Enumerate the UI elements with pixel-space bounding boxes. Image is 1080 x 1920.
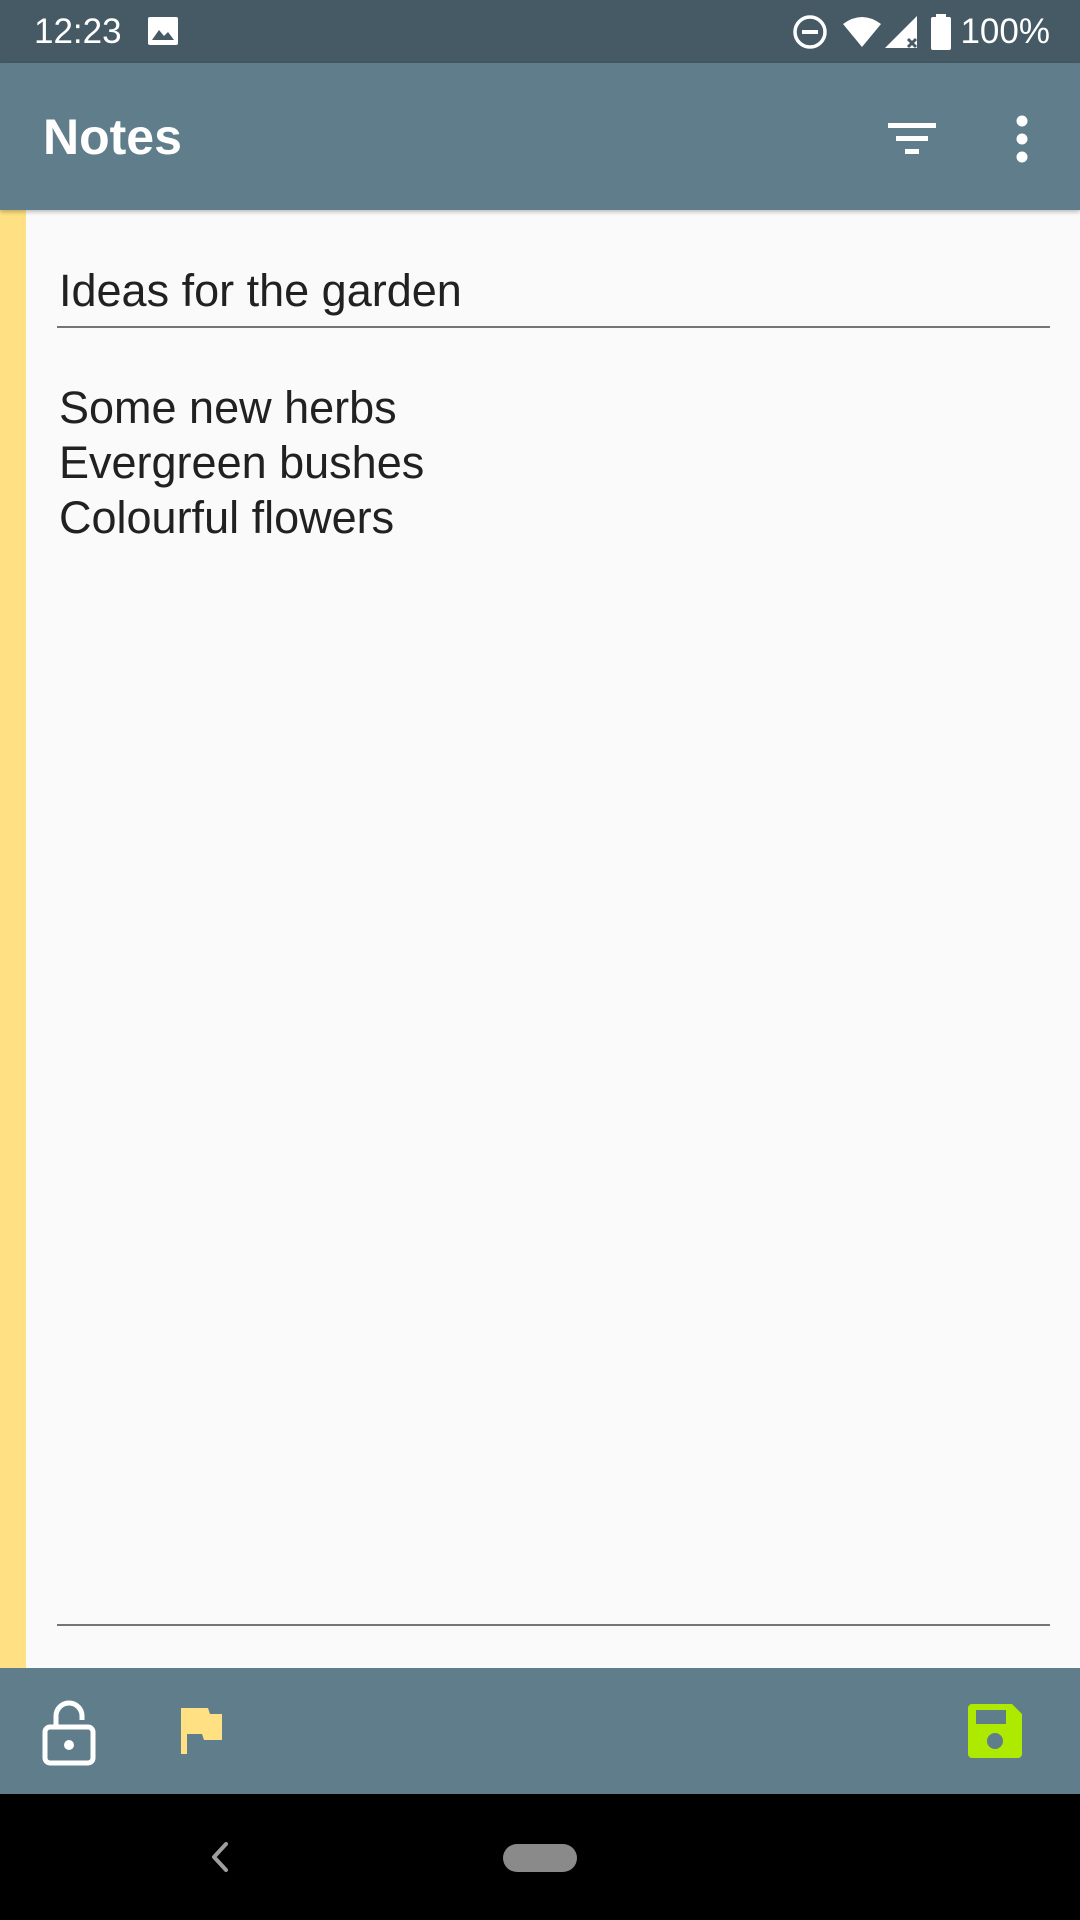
do-not-disturb-icon xyxy=(793,15,828,49)
system-nav-bar xyxy=(0,1794,1080,1920)
bottom-toolbar xyxy=(0,1668,1080,1794)
battery-icon xyxy=(931,14,952,50)
back-icon[interactable] xyxy=(196,1832,246,1882)
save-icon xyxy=(968,1704,1022,1758)
app-title: Notes xyxy=(43,109,182,165)
status-time: 12:23 xyxy=(34,12,122,51)
flag-icon xyxy=(181,1708,222,1754)
filter-icon xyxy=(888,123,936,154)
note-body-input[interactable]: Some new herbs Evergreen bushes Colourfu… xyxy=(57,380,1050,1626)
home-pill-icon[interactable] xyxy=(503,1844,577,1872)
save-button[interactable] xyxy=(960,1696,1030,1766)
more-options-button[interactable] xyxy=(986,103,1058,175)
note-body-line: Some new herbs xyxy=(59,382,397,433)
app-bar: Notes xyxy=(0,63,1080,210)
lock-open-icon xyxy=(42,1700,96,1766)
image-icon xyxy=(148,17,178,45)
wifi-icon xyxy=(843,17,882,47)
cell-signal-icon xyxy=(885,16,918,49)
note-body-line: Evergreen bushes xyxy=(59,437,425,488)
flag-button[interactable] xyxy=(166,1696,236,1766)
status-icons: 100% xyxy=(792,10,1050,54)
lock-button[interactable] xyxy=(34,1696,104,1766)
note-editor: Ideas for the garden Some new herbs Ever… xyxy=(26,210,1080,1668)
status-bar: 12:23 100% xyxy=(0,0,1080,63)
battery-percentage: 100% xyxy=(960,12,1050,51)
more-vert-icon xyxy=(1016,115,1028,163)
note-color-strip xyxy=(0,210,26,1668)
filter-button[interactable] xyxy=(876,103,948,175)
note-body-line: Colourful flowers xyxy=(59,492,395,543)
note-title-input[interactable]: Ideas for the garden xyxy=(57,254,1050,328)
